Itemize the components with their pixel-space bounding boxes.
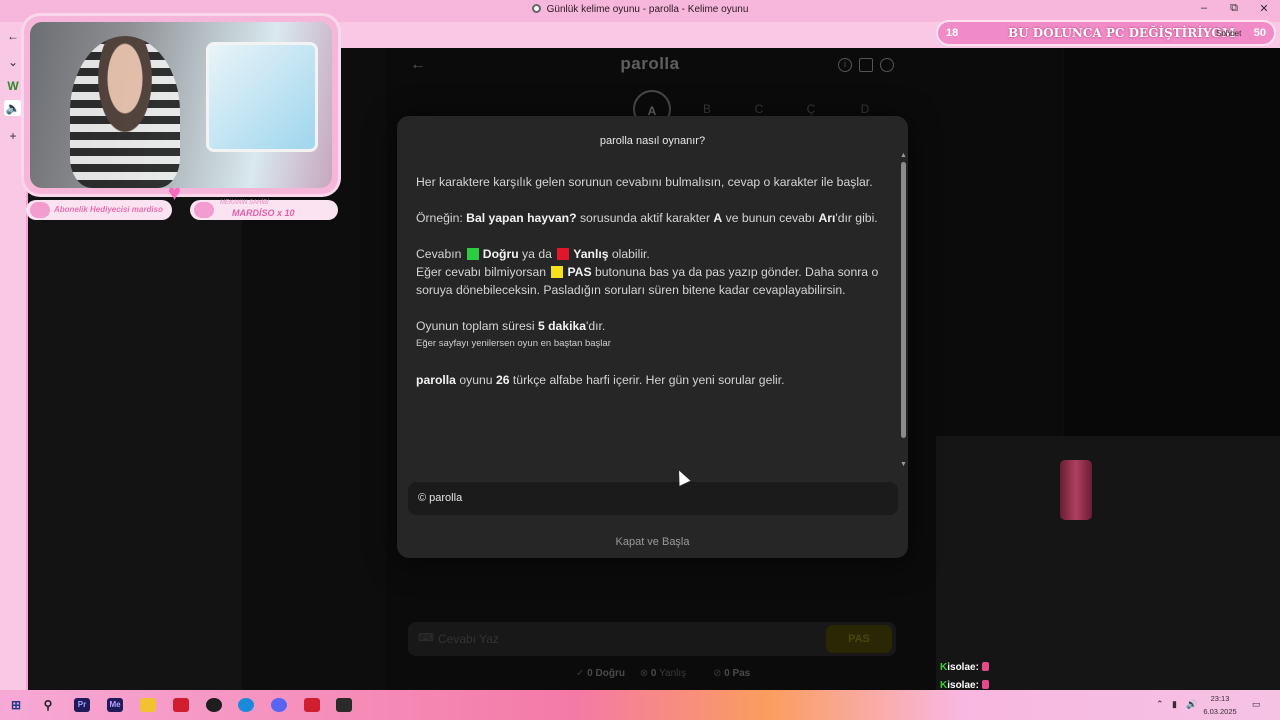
modal-body: Her karaktere karşılık gelen sorunun cev… <box>416 173 886 407</box>
back-button[interactable]: ← <box>410 56 426 74</box>
media-encoder-icon[interactable]: Me <box>107 698 123 712</box>
window-title: Günlük kelime oyunu - parolla - Kelime o… <box>0 4 1280 15</box>
streamer-image <box>70 36 180 188</box>
window-title-text: Günlük kelime oyunu - parolla - Kelime o… <box>546 4 749 15</box>
app-red-icon[interactable] <box>173 698 189 712</box>
chevron-down-icon[interactable]: ⌄ <box>4 54 22 70</box>
webcam-feed <box>30 22 332 188</box>
owner-value: MARDİSO x 10 <box>232 208 295 218</box>
app-red-2-icon[interactable] <box>304 698 320 712</box>
clock-time: 23:13 <box>1210 694 1230 703</box>
gift-icon <box>30 202 50 218</box>
how-to-play-modal: parolla nasıl oynanır? Her karaktere kar… <box>397 116 908 558</box>
edge-icon[interactable] <box>238 698 254 712</box>
browser-sidebar: ← ⌄ W 🔈 + <box>0 22 26 690</box>
speaker-icon[interactable]: 🔈 <box>4 100 22 116</box>
rule-paragraph-5: parolla oyunu 26 türkçe alfabe harfi içe… <box>416 373 785 387</box>
add-icon[interactable]: + <box>4 128 22 144</box>
browser-favicon-icon <box>531 4 541 13</box>
windows-start-icon[interactable]: ⊞ <box>8 698 24 712</box>
goal-bar: 18 BU DOLUNCA PC DEĞİŞTİRİYOM Sohbet 50 <box>936 20 1276 46</box>
right-panel <box>1064 48 1280 438</box>
refresh-note: Eğer sayfayı yenilersen oyun en baştan b… <box>416 338 611 349</box>
owner-badge: MEKANIN SAHİBİ MARDİSO x 10 <box>190 200 338 220</box>
rule-paragraph-3: Cevabın Doğru ya da Yanlış olabilir. Eğer… <box>416 247 879 297</box>
crown-icon <box>194 202 214 218</box>
premiere-icon[interactable]: Pr <box>74 698 90 712</box>
can-emote-icon <box>981 662 989 671</box>
pas-button[interactable]: PAS <box>826 625 892 653</box>
sohbet-label: Sohbet <box>1216 29 1242 38</box>
rule-paragraph-2: Örneğin: Bal yapan hayvan? sorusunda akt… <box>416 211 878 225</box>
wrong-stat: ⊗ 0 Yanlış <box>639 668 687 679</box>
goal-end: 50 <box>1253 27 1266 39</box>
info-icon[interactable]: i <box>838 58 852 72</box>
obs-icon[interactable] <box>206 698 222 712</box>
scroll-thumb[interactable] <box>901 162 906 438</box>
red-square-icon <box>557 248 570 260</box>
chat-panel <box>936 436 1280 690</box>
clock[interactable]: 23:13 6.03.2025 <box>1200 692 1240 718</box>
clock-date: 6.03.2025 <box>1203 707 1237 716</box>
taskbar: ⊞ ⚲ Pr Me ⌃ ▮ 🔊 23:13 6.03.2025 ▭ <box>0 690 1280 720</box>
pas-stat: ⊘ 0 Pas <box>712 668 751 679</box>
sub-gift-text: Abonelik Hediyecisi mardiso <box>54 205 163 214</box>
yellow-square-icon <box>551 266 564 278</box>
rule-paragraph-1: Her karaktere karşılık gelen sorunun cev… <box>416 175 873 189</box>
folder-icon[interactable] <box>140 698 156 712</box>
network-icon[interactable]: ▮ <box>1172 699 1177 710</box>
scroll-down-icon[interactable]: ▼ <box>900 461 907 468</box>
correct-stat: ✓ 0 Doğru <box>576 668 625 679</box>
maximize-button[interactable]: ⧉ <box>1220 2 1248 15</box>
chat-message: Kisolae: <box>940 662 989 673</box>
discord-icon[interactable] <box>271 698 287 712</box>
search-icon[interactable]: ⚲ <box>40 698 56 712</box>
pc-image <box>206 42 318 152</box>
keyboard-icon: ⌨ <box>418 632 434 644</box>
heart-icon: ♥ <box>168 180 182 205</box>
back-arrow-icon[interactable]: ← <box>4 28 22 44</box>
league-icon[interactable] <box>336 698 352 712</box>
tray-chevron-icon[interactable]: ⌃ <box>1156 699 1164 710</box>
whatsapp-icon[interactable]: W <box>4 78 22 94</box>
copyright-text: © parolla <box>418 492 463 504</box>
volume-icon[interactable]: 🔊 <box>1186 699 1197 710</box>
score-stats: ✓ 0 Doğru ⊗ 0 Yanlış ⊘ 0 Pas <box>576 668 762 679</box>
modal-title: parolla nasıl oynanır? <box>599 135 706 147</box>
stats-icon[interactable] <box>859 58 873 72</box>
energy-drink-image <box>1060 460 1092 520</box>
can-emote-icon <box>981 680 989 689</box>
answer-input[interactable]: Cevabı Yaz <box>438 632 499 646</box>
minimize-button[interactable]: – <box>1190 2 1218 14</box>
app-logo: parolla <box>620 54 680 73</box>
modal-footer: © parolla <box>408 482 898 515</box>
green-square-icon <box>466 248 479 260</box>
sub-gift-badge: Abonelik Hediyecisi mardiso <box>26 200 172 220</box>
close-window-button[interactable]: ✕ <box>1250 2 1278 15</box>
user-icon[interactable] <box>880 58 894 72</box>
owner-label: MEKANIN SAHİBİ <box>220 200 269 206</box>
goal-text: BU DOLUNCA PC DEĞİŞTİRİYOM <box>1008 26 1236 40</box>
notification-icon[interactable]: ▭ <box>1252 699 1261 710</box>
close-and-start-button[interactable]: Kapat ve Başla <box>397 536 908 548</box>
answer-bar: ⌨ Cevabı Yaz PAS <box>408 622 896 656</box>
scroll-up-icon[interactable]: ▲ <box>900 152 907 159</box>
goal-start: 18 <box>946 27 959 39</box>
rule-paragraph-4: Oyunun toplam süresi 5 dakika'dır. Eğer s… <box>416 317 886 353</box>
modal-scrollbar[interactable]: ▲ ▼ <box>898 152 908 468</box>
